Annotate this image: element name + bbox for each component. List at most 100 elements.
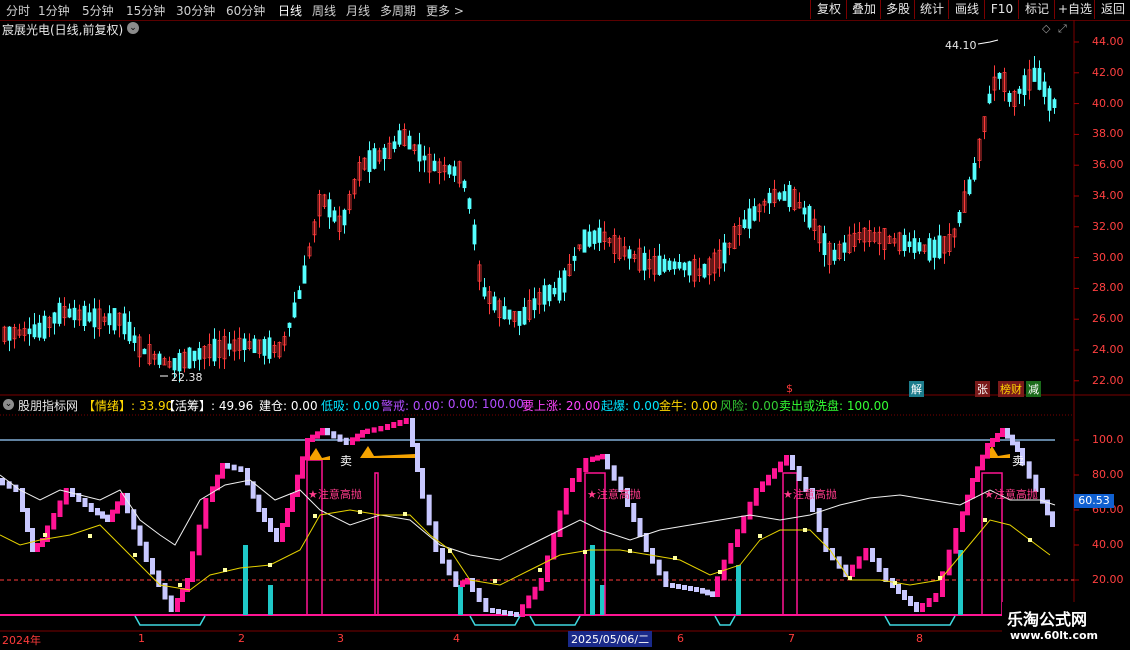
mood-step [225,463,230,469]
yellow-dot [178,583,182,587]
candle-body [177,352,182,372]
restore-rights-button[interactable]: 复权 [810,0,847,19]
mood-step [605,454,610,470]
mood-step [350,437,355,445]
mood-step [268,518,273,532]
mood-step [355,433,360,442]
event-marker-unlock[interactable]: 解 [909,381,924,397]
add-watchlist-button[interactable]: +自选 [1054,0,1095,19]
chevron-down-icon[interactable]: ⌄ [127,22,139,34]
yellow-dot [88,534,92,538]
mood-step [747,501,753,520]
sell-label: 卖 [1012,454,1025,468]
mood-step [823,528,829,552]
candle-body [172,358,177,371]
price-axis-label: 22.00 [1092,373,1124,387]
yellow-dot [448,549,452,553]
candle-body [777,192,782,200]
tab-timeframe-15min[interactable]: 15分钟 [126,2,165,19]
candle-body [472,224,477,245]
more-timeframes-button[interactable]: 更多 > [426,2,464,19]
candle-body [112,308,117,331]
watermark: 乐淘公式网 www.60lt.com [1002,602,1130,650]
mood-step [168,595,174,612]
mood-step [508,611,513,616]
tab-timeframe-weekly[interactable]: 周线 [312,2,336,19]
candle-body [132,335,137,343]
tab-timeframe-1min[interactable]: 1分钟 [38,2,70,19]
mood-step [970,478,975,499]
mood-step [526,595,532,609]
mood-step [502,610,507,615]
mood-step [476,588,482,602]
candle-body [1047,88,1052,111]
mood-step [220,463,225,479]
date-axis-label: 4 [453,632,460,645]
mood-step [933,593,939,602]
event-marker-dividend[interactable]: $ [786,382,793,395]
mood-step [490,608,495,613]
mood-step [110,509,115,522]
tab-timeframe-monthly[interactable]: 月线 [346,2,370,19]
candle-body [1052,99,1057,108]
yellow-dot [583,550,587,554]
mood-step [460,580,465,587]
candle-body [192,350,197,362]
diamond-icon[interactable]: ◇ [1042,22,1050,35]
back-button[interactable]: 返回 [1094,0,1130,19]
candle-body [292,302,297,318]
tab-timeframe-5min[interactable]: 5分钟 [82,2,114,19]
event-marker-billboard[interactable]: 榜财 [998,381,1024,397]
statistics-button[interactable]: 统计 [914,0,949,19]
pink-pulse [374,472,379,615]
overlay-button[interactable]: 叠加 [846,0,881,19]
event-marker-limit-up[interactable]: 张 [975,381,990,397]
candle-body [702,263,707,278]
mood-step [371,427,377,433]
candle-body [912,238,917,253]
cyan-bar [268,585,273,615]
cyan-bar [458,585,463,615]
mood-step [1010,434,1015,446]
draw-line-button[interactable]: 画线 [948,0,985,19]
expand-icon[interactable]: ⤢ [1058,22,1067,36]
candle-body [212,338,217,362]
multi-stock-button[interactable]: 多股 [880,0,915,19]
mood-step [965,494,970,516]
mood-step [1015,441,1020,452]
mood-step [156,570,162,587]
yellow-dot [893,581,897,585]
watermark-url: www.60lt.com [1010,629,1099,642]
mood-step [150,558,155,575]
mood-step [1000,428,1005,437]
indicator-title: 股朋指标网 [18,399,79,413]
mood-step [772,468,777,479]
candle-body [807,205,812,228]
mood-step [143,541,149,562]
candle-body [562,270,567,293]
f10-button[interactable]: F10 [984,0,1019,19]
mood-step [415,443,420,472]
tab-timeframe-daily[interactable]: 日线 [278,2,302,19]
tab-timeframe-multi[interactable]: 多周期 [380,2,416,19]
price-axis-label: 36.00 [1092,158,1124,172]
indicator-menu-icon[interactable]: ⌄ [3,399,14,410]
mood-step [315,431,320,439]
event-marker-reduce[interactable]: 减 [1026,381,1041,397]
candle-body [297,290,302,299]
mood-step [995,433,1000,442]
tab-timeframe-60min[interactable]: 60分钟 [226,2,265,19]
mood-step [365,428,370,434]
indicator-axis-label: 20.00 [1092,573,1124,586]
candle-body [722,242,727,264]
chart-canvas[interactable] [0,20,1130,650]
mood-step [290,493,295,512]
mood-step [700,588,705,594]
low-price-label: 22.38 [171,371,203,384]
mark-button[interactable]: 标记 [1018,0,1055,19]
mood-step [25,508,30,532]
tab-timeframe-fenshi[interactable]: 分时 [6,2,30,19]
tab-timeframe-30min[interactable]: 30分钟 [176,2,215,19]
cyan-trough [529,615,581,626]
candle-body [802,207,807,215]
